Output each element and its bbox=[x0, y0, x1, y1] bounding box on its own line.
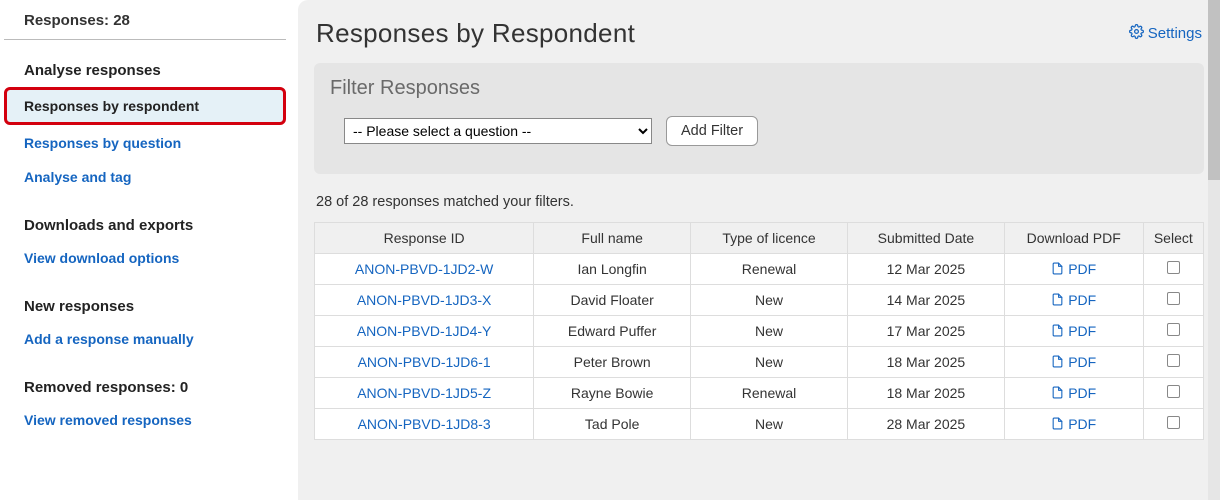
filter-match-summary: 28 of 28 responses matched your filters. bbox=[314, 174, 1204, 222]
file-icon bbox=[1051, 261, 1064, 276]
response-id-link[interactable]: ANON-PBVD-1JD4-Y bbox=[315, 316, 534, 347]
cell-submitted-date: 12 Mar 2025 bbox=[847, 254, 1004, 285]
file-icon bbox=[1051, 416, 1064, 431]
section-heading-removed: Removed responses: 0 bbox=[4, 357, 286, 402]
response-id-link[interactable]: ANON-PBVD-1JD2-W bbox=[315, 254, 534, 285]
scrollbar-thumb[interactable] bbox=[1208, 0, 1220, 180]
response-id-link[interactable]: ANON-PBVD-1JD3-X bbox=[315, 285, 534, 316]
pdf-label: PDF bbox=[1068, 323, 1096, 339]
sidebar-item-analyse-and-tag[interactable]: Analyse and tag bbox=[4, 161, 286, 193]
cell-select bbox=[1143, 347, 1203, 378]
select-checkbox[interactable] bbox=[1167, 261, 1180, 274]
cell-select bbox=[1143, 378, 1203, 409]
response-table: Response ID Full name Type of licence Su… bbox=[314, 222, 1204, 440]
settings-link[interactable]: Settings bbox=[1129, 24, 1202, 43]
download-pdf-link[interactable]: PDF bbox=[1004, 316, 1143, 347]
cell-full-name: David Floater bbox=[534, 285, 691, 316]
cell-submitted-date: 17 Mar 2025 bbox=[847, 316, 1004, 347]
response-id-link[interactable]: ANON-PBVD-1JD8-3 bbox=[315, 409, 534, 440]
col-header-select: Select bbox=[1143, 223, 1203, 254]
pdf-label: PDF bbox=[1068, 416, 1096, 432]
table-row: ANON-PBVD-1JD2-WIan LongfinRenewal12 Mar… bbox=[315, 254, 1204, 285]
file-icon bbox=[1051, 354, 1064, 369]
cell-full-name: Rayne Bowie bbox=[534, 378, 691, 409]
sidebar-item-responses-by-question[interactable]: Responses by question bbox=[4, 127, 286, 159]
sidebar-item-view-removed-responses[interactable]: View removed responses bbox=[4, 404, 286, 436]
question-select[interactable]: -- Please select a question -- bbox=[344, 118, 652, 144]
sidebar: Responses: 28 Analyse responses Response… bbox=[0, 0, 298, 500]
select-checkbox[interactable] bbox=[1167, 292, 1180, 305]
download-pdf-link[interactable]: PDF bbox=[1004, 409, 1143, 440]
cell-select bbox=[1143, 254, 1203, 285]
scrollbar[interactable] bbox=[1208, 0, 1220, 500]
cell-full-name: Tad Pole bbox=[534, 409, 691, 440]
file-icon bbox=[1051, 385, 1064, 400]
select-checkbox[interactable] bbox=[1167, 323, 1180, 336]
col-header-id: Response ID bbox=[315, 223, 534, 254]
pdf-label: PDF bbox=[1068, 292, 1096, 308]
cell-licence-type: Renewal bbox=[691, 378, 848, 409]
page-title: Responses by Respondent bbox=[316, 18, 635, 49]
col-header-pdf: Download PDF bbox=[1004, 223, 1143, 254]
pdf-label: PDF bbox=[1068, 385, 1096, 401]
settings-label: Settings bbox=[1148, 25, 1202, 42]
col-header-name: Full name bbox=[534, 223, 691, 254]
col-header-type: Type of licence bbox=[691, 223, 848, 254]
filter-panel: Filter Responses -- Please select a ques… bbox=[314, 63, 1204, 174]
gear-icon bbox=[1129, 24, 1144, 43]
cell-select bbox=[1143, 409, 1203, 440]
cell-licence-type: Renewal bbox=[691, 254, 848, 285]
file-icon bbox=[1051, 292, 1064, 307]
table-row: ANON-PBVD-1JD8-3Tad PoleNew28 Mar 2025 PD… bbox=[315, 409, 1204, 440]
file-icon bbox=[1051, 323, 1064, 338]
col-header-date: Submitted Date bbox=[847, 223, 1004, 254]
download-pdf-link[interactable]: PDF bbox=[1004, 378, 1143, 409]
cell-select bbox=[1143, 316, 1203, 347]
download-pdf-link[interactable]: PDF bbox=[1004, 347, 1143, 378]
cell-submitted-date: 18 Mar 2025 bbox=[847, 378, 1004, 409]
response-id-link[interactable]: ANON-PBVD-1JD6-1 bbox=[315, 347, 534, 378]
table-row: ANON-PBVD-1JD6-1Peter BrownNew18 Mar 202… bbox=[315, 347, 1204, 378]
cell-submitted-date: 14 Mar 2025 bbox=[847, 285, 1004, 316]
pdf-label: PDF bbox=[1068, 354, 1096, 370]
download-pdf-link[interactable]: PDF bbox=[1004, 285, 1143, 316]
cell-licence-type: New bbox=[691, 316, 848, 347]
select-checkbox[interactable] bbox=[1167, 385, 1180, 398]
section-heading-downloads: Downloads and exports bbox=[4, 195, 286, 240]
sidebar-item-responses-by-respondent[interactable]: Responses by respondent bbox=[4, 87, 286, 125]
cell-licence-type: New bbox=[691, 347, 848, 378]
table-row: ANON-PBVD-1JD5-ZRayne BowieRenewal18 Mar… bbox=[315, 378, 1204, 409]
section-heading-analyse: Analyse responses bbox=[4, 40, 286, 85]
section-heading-new-responses: New responses bbox=[4, 276, 286, 321]
add-filter-button[interactable]: Add Filter bbox=[666, 116, 758, 146]
cell-licence-type: New bbox=[691, 409, 848, 440]
table-row: ANON-PBVD-1JD3-XDavid FloaterNew14 Mar 2… bbox=[315, 285, 1204, 316]
filter-panel-title: Filter Responses bbox=[330, 77, 1188, 100]
main-panel: Responses by Respondent Settings Filter … bbox=[298, 0, 1220, 500]
cell-full-name: Ian Longfin bbox=[534, 254, 691, 285]
table-header-row: Response ID Full name Type of licence Su… bbox=[315, 223, 1204, 254]
sidebar-title: Responses: 28 bbox=[4, 0, 286, 40]
table-row: ANON-PBVD-1JD4-YEdward PufferNew17 Mar 2… bbox=[315, 316, 1204, 347]
sidebar-item-view-download-options[interactable]: View download options bbox=[4, 242, 286, 274]
cell-submitted-date: 18 Mar 2025 bbox=[847, 347, 1004, 378]
sidebar-item-add-response-manually[interactable]: Add a response manually bbox=[4, 323, 286, 355]
response-id-link[interactable]: ANON-PBVD-1JD5-Z bbox=[315, 378, 534, 409]
select-checkbox[interactable] bbox=[1167, 354, 1180, 367]
cell-full-name: Edward Puffer bbox=[534, 316, 691, 347]
cell-submitted-date: 28 Mar 2025 bbox=[847, 409, 1004, 440]
cell-licence-type: New bbox=[691, 285, 848, 316]
pdf-label: PDF bbox=[1068, 261, 1096, 277]
cell-full-name: Peter Brown bbox=[534, 347, 691, 378]
cell-select bbox=[1143, 285, 1203, 316]
select-checkbox[interactable] bbox=[1167, 416, 1180, 429]
download-pdf-link[interactable]: PDF bbox=[1004, 254, 1143, 285]
